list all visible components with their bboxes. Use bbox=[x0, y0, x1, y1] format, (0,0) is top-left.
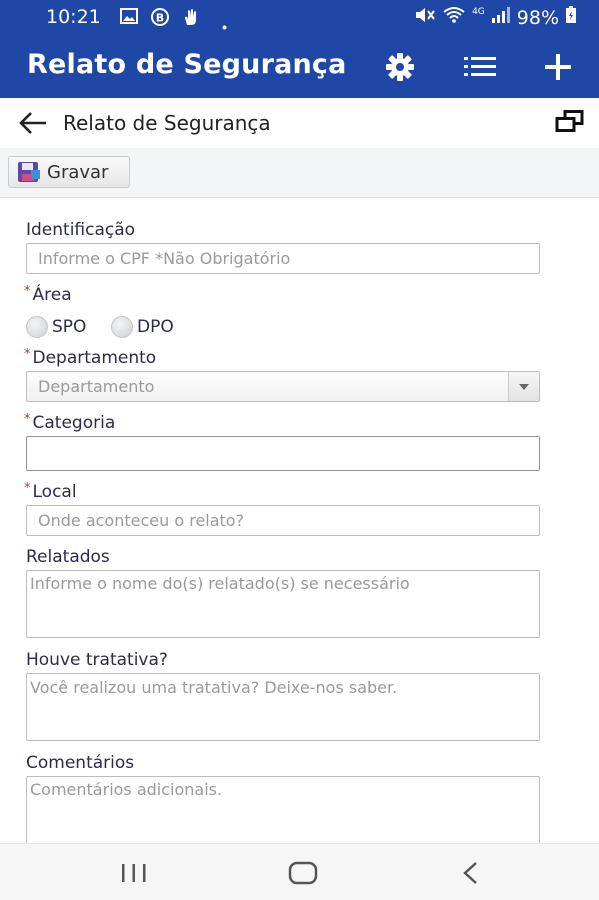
area-label: Área bbox=[32, 285, 72, 305]
categoria-label: Categoria bbox=[32, 413, 116, 433]
identificacao-label: Identificação bbox=[26, 220, 136, 240]
list-icon[interactable] bbox=[463, 50, 497, 84]
app-header: 10:21 B 4G 98% Relato de Segurança bbox=[0, 0, 599, 98]
save-button[interactable]: Gravar bbox=[8, 156, 130, 188]
system-nav-bar bbox=[0, 843, 599, 900]
local-placeholder: Onde aconteceu o relato? bbox=[38, 511, 245, 530]
categoria-input[interactable] bbox=[26, 436, 540, 471]
departamento-label-row: * Departamento bbox=[24, 347, 157, 368]
required-marker: * bbox=[24, 347, 31, 362]
tratativa-textarea[interactable]: Você realizou uma tratativa? Deixe-nos s… bbox=[26, 673, 540, 741]
categoria-label-row: * Categoria bbox=[24, 412, 116, 433]
departamento-select[interactable]: Departamento bbox=[26, 371, 540, 402]
network-type: 4G bbox=[472, 6, 485, 17]
home-icon[interactable] bbox=[288, 861, 318, 890]
radio-dpo-label: DPO bbox=[137, 317, 174, 337]
save-label: Gravar bbox=[47, 161, 109, 183]
battery-icon bbox=[565, 6, 577, 29]
status-right: 4G 98% bbox=[414, 6, 577, 29]
identificacao-placeholder: Informe o CPF *Não Obrigatório bbox=[38, 249, 291, 268]
radio-dpo[interactable]: DPO bbox=[111, 316, 174, 338]
required-marker: * bbox=[24, 412, 31, 427]
tratativa-placeholder: Você realizou uma tratativa? Deixe-nos s… bbox=[30, 678, 398, 697]
tratativa-label: Houve tratativa? bbox=[26, 650, 168, 670]
identificacao-input[interactable]: Informe o CPF *Não Obrigatório bbox=[26, 243, 540, 274]
area-label-row: * Área bbox=[24, 284, 72, 305]
gear-icon[interactable] bbox=[383, 50, 417, 84]
relatados-textarea[interactable]: Informe o nome do(s) relatado(s) se nece… bbox=[26, 570, 540, 638]
signal-icon bbox=[491, 6, 511, 29]
local-label: Local bbox=[32, 482, 77, 502]
status-time: 10:21 bbox=[46, 6, 101, 28]
back-nav-icon[interactable] bbox=[461, 861, 479, 890]
radio-circle bbox=[26, 316, 48, 338]
status-bar: 10:21 B 4G 98% bbox=[0, 0, 599, 36]
page-title: Relato de Segurança bbox=[63, 111, 271, 135]
chevron-down-icon[interactable] bbox=[508, 372, 539, 401]
page-header: Relato de Segurança bbox=[0, 98, 599, 148]
form-toolbar: Gravar bbox=[0, 148, 599, 198]
svg-text:B: B bbox=[156, 12, 164, 25]
radio-circle bbox=[111, 316, 133, 338]
b-notification-icon: B bbox=[150, 8, 170, 32]
plus-icon[interactable] bbox=[541, 50, 575, 84]
battery-level: 98% bbox=[516, 6, 559, 29]
local-label-row: * Local bbox=[24, 481, 77, 502]
radio-spo-label: SPO bbox=[52, 317, 87, 337]
departamento-placeholder: Departamento bbox=[38, 377, 155, 396]
radio-spo[interactable]: SPO bbox=[26, 316, 86, 338]
relatados-placeholder: Informe o nome do(s) relatado(s) se nece… bbox=[30, 574, 410, 593]
required-marker: * bbox=[24, 481, 31, 496]
dot-notification-icon bbox=[222, 14, 227, 36]
recent-apps-icon[interactable] bbox=[120, 863, 148, 888]
image-notification-icon bbox=[120, 8, 138, 30]
mute-icon bbox=[414, 6, 436, 29]
comentarios-placeholder: Comentários adicionais. bbox=[30, 780, 223, 799]
hand-notification-icon bbox=[182, 8, 200, 32]
departamento-label: Departamento bbox=[32, 348, 157, 368]
local-input[interactable]: Onde aconteceu o relato? bbox=[26, 505, 540, 536]
floppy-disk-icon bbox=[17, 161, 41, 183]
comentarios-label: Comentários bbox=[26, 753, 135, 773]
window-restore-icon[interactable] bbox=[555, 110, 585, 137]
relatados-label: Relatados bbox=[26, 547, 110, 567]
wifi-icon bbox=[442, 6, 466, 29]
back-arrow-icon[interactable] bbox=[18, 110, 48, 136]
required-marker: * bbox=[24, 284, 31, 299]
app-title: Relato de Segurança bbox=[27, 49, 347, 80]
app-bar: Relato de Segurança bbox=[0, 36, 599, 98]
